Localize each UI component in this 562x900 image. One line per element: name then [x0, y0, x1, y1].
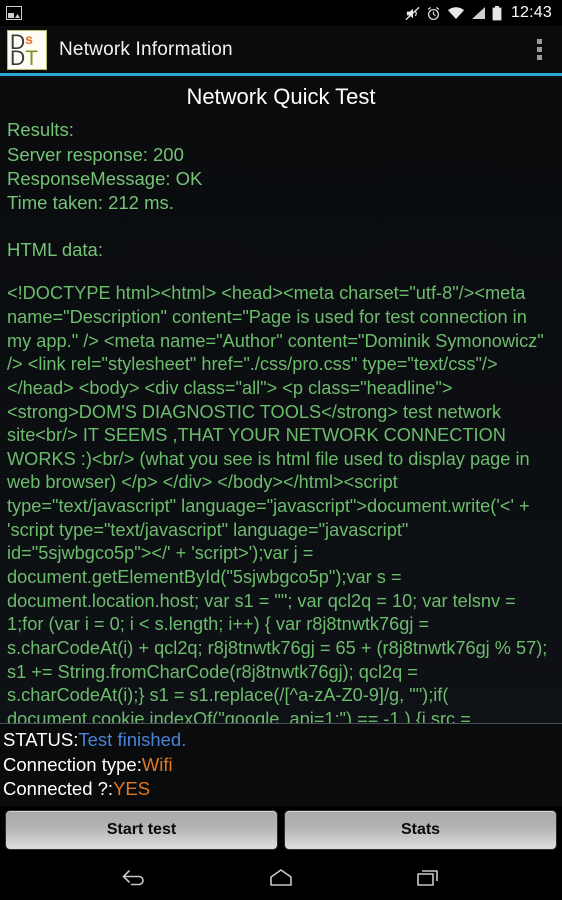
stats-button[interactable]: Stats — [284, 810, 557, 850]
connection-type-value: Wifi — [141, 753, 173, 775]
app-icon-letter-t: T — [25, 46, 38, 70]
status-row-connected: Connected ?:YES — [3, 777, 562, 802]
action-button-bar: Start test Stats — [0, 806, 562, 856]
back-icon — [122, 870, 144, 886]
status-row-connection-type: Connection type:Wifi — [3, 753, 562, 778]
connection-type-label: Connection type: — [3, 753, 142, 775]
system-status-bar: 12:43 — [0, 0, 562, 26]
android-screen: 12:43 Ds DT Network Information Network … — [0, 0, 562, 900]
nav-back-button[interactable] — [106, 859, 162, 897]
status-row-status: STATUS:Test finished. — [3, 728, 562, 753]
nav-home-button[interactable] — [253, 859, 309, 897]
action-bar-title: Network Information — [59, 39, 233, 60]
status-label: STATUS: — [3, 729, 79, 751]
results-scroll-pane[interactable]: Results: Server response: 200 ResponseMe… — [0, 118, 562, 725]
connected-value: YES — [113, 778, 151, 800]
app-action-bar: Ds DT Network Information — [0, 26, 562, 73]
status-bar-notifications — [6, 6, 22, 20]
main-content: Network Quick Test Results: Server respo… — [0, 76, 562, 856]
status-bar-system-icons: 12:43 — [405, 5, 554, 21]
app-icon-letter-d2: D — [10, 46, 26, 70]
signal-icon — [471, 7, 485, 19]
results-summary: Results: Server response: 200 ResponseMe… — [7, 119, 203, 214]
overflow-dot-1 — [536, 39, 542, 44]
overflow-dot-2 — [536, 47, 542, 52]
app-icon-line2: DT — [10, 48, 38, 69]
status-summary: STATUS:Test finished. Connection type:Wi… — [0, 724, 562, 806]
overflow-dot-3 — [536, 55, 542, 60]
alarm-icon — [427, 6, 440, 20]
overflow-menu-icon[interactable] — [522, 28, 556, 72]
html-data-label: HTML data: — [7, 238, 103, 260]
wifi-icon — [447, 7, 464, 19]
system-navigation-bar — [0, 856, 562, 900]
home-icon — [270, 869, 292, 886]
connected-label: Connected ?: — [3, 778, 114, 800]
battery-icon — [492, 5, 502, 20]
html-data-body: <!DOCTYPE html><html> <head><meta charse… — [7, 283, 548, 725]
app-icon-letter-s: s — [25, 30, 33, 47]
mute-icon — [405, 6, 420, 20]
status-value: Test finished. — [78, 729, 187, 751]
screenshot-icon — [6, 6, 22, 20]
start-test-button[interactable]: Start test — [5, 810, 278, 850]
dsdt-app-icon[interactable]: Ds DT — [7, 29, 47, 70]
recents-icon — [417, 870, 439, 886]
nav-recents-button[interactable] — [400, 859, 456, 897]
status-bar-clock: 12:43 — [510, 4, 552, 21]
page-title: Network Quick Test — [186, 84, 376, 109]
